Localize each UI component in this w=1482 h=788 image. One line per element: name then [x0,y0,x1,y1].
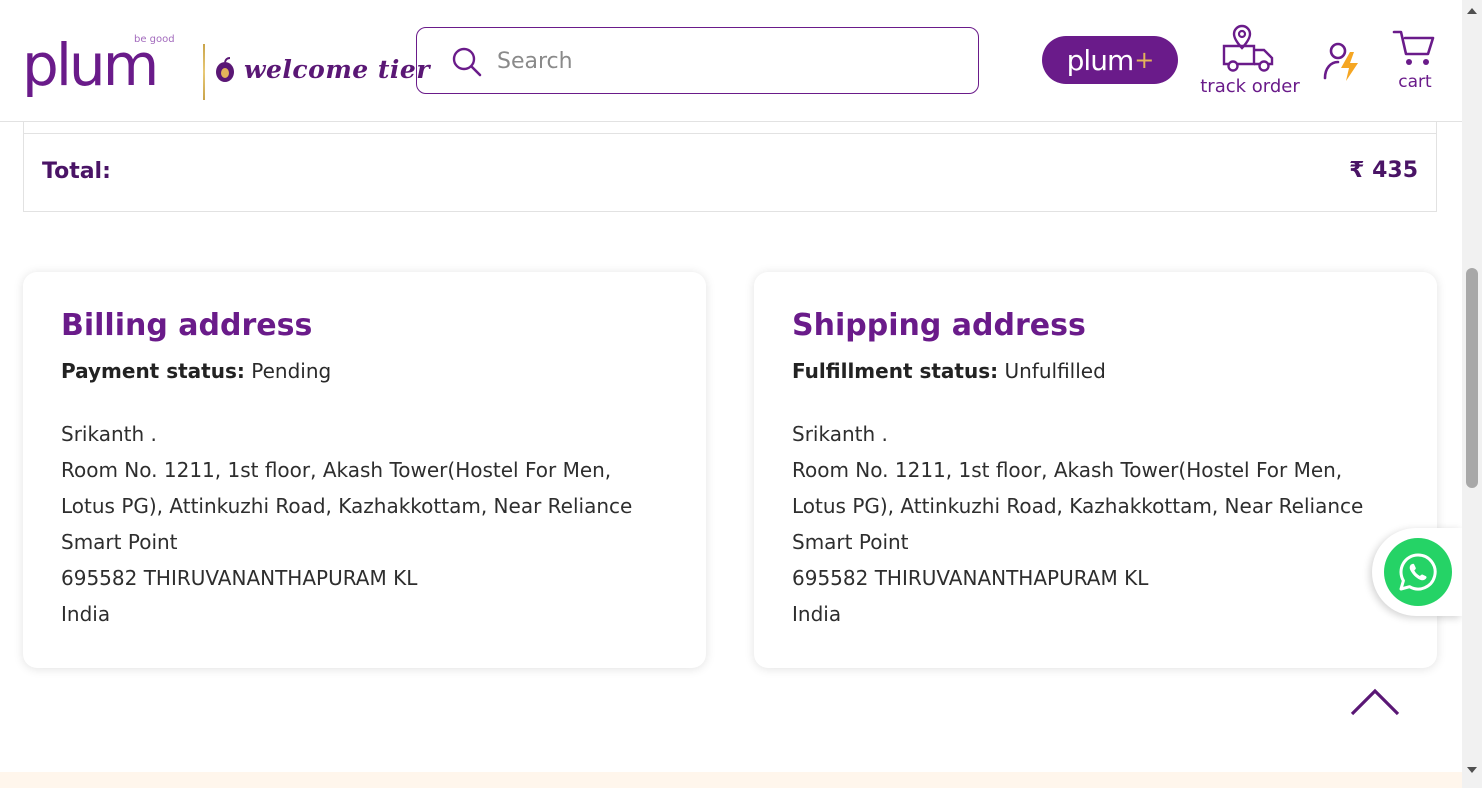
plum-fruit-icon [216,56,234,82]
total-value: ₹ 435 [1349,158,1418,183]
cart-button[interactable]: cart [1390,28,1440,98]
logo-divider [203,44,205,100]
search-icon[interactable] [451,46,483,78]
billing-address-lines: Srikanth . Room No. 1211, 1st floor, Aka… [61,416,671,632]
address-line: 695582 THIRUVANANTHAPURAM KL [61,566,418,590]
site-header: plum be good welcome tier plum+ track or… [0,0,1462,122]
payment-status-value: Pending [251,359,332,383]
address-line: Lotus PG), Attinkuzhi Road, Kazhakkottam… [61,494,633,518]
tier-label: welcome tier [244,55,431,84]
delivery-truck-icon [1222,24,1274,72]
tier-badge[interactable]: welcome tier [214,55,430,84]
cart-icon [1392,30,1435,65]
whatsapp-icon [1399,553,1437,591]
plum-plus-button[interactable]: plum + [1042,36,1178,84]
shipping-title: Shipping address [792,308,1086,343]
payment-status-label: Payment status: [61,359,245,383]
scroll-up-arrow-icon[interactable] [1467,8,1477,14]
address-line: Smart Point [61,530,178,554]
billing-address-card: Billing address Payment status: Pending … [23,272,706,668]
shipping-address-card: Shipping address Fulfillment status: Unf… [754,272,1437,668]
page-scrollbar[interactable] [1462,0,1482,788]
scroll-down-arrow-icon[interactable] [1467,767,1477,773]
address-line: Srikanth . [792,422,888,446]
billing-title: Billing address [61,308,313,343]
plum-plus-suffix: + [1134,46,1154,74]
plum-logo[interactable]: plum be good [22,32,192,104]
fulfillment-status-value: Unfulfilled [1004,359,1106,383]
total-label: Total: [42,159,111,184]
address-line: Lotus PG), Attinkuzhi Road, Kazhakkottam… [792,494,1364,518]
whatsapp-button[interactable] [1384,538,1452,606]
address-line: India [792,602,842,626]
shipping-address-lines: Srikanth . Room No. 1211, 1st floor, Aka… [792,416,1402,632]
address-line: Srikanth . [61,422,157,446]
track-order-label: track order [1200,76,1300,97]
address-line: 695582 THIRUVANANTHAPURAM KL [792,566,1149,590]
address-line: Room No. 1211, 1st floor, Akash Tower(Ho… [792,458,1343,482]
fulfillment-status-label: Fulfillment status: [792,359,999,383]
address-line: Room No. 1211, 1st floor, Akash Tower(Ho… [61,458,612,482]
fulfillment-status: Fulfillment status: Unfulfilled [792,359,1106,383]
logo-tagline: be good [134,34,175,45]
whatsapp-widget [1372,528,1462,616]
chevron-up-icon[interactable] [1350,688,1400,718]
cart-label: cart [1398,72,1432,92]
payment-status: Payment status: Pending [61,359,331,383]
search-input[interactable] [497,40,957,82]
scrollbar-thumb[interactable] [1466,268,1478,488]
account-icon[interactable] [1322,40,1362,82]
search-bar[interactable] [416,27,979,94]
divider [24,133,1436,134]
order-total-row: Total: ₹ 435 [23,121,1437,212]
footer-strip [0,772,1462,788]
plum-plus-label: plum [1066,43,1135,77]
address-line: Smart Point [792,530,909,554]
address-line: India [61,602,111,626]
track-order-button[interactable]: track order [1200,22,1300,102]
